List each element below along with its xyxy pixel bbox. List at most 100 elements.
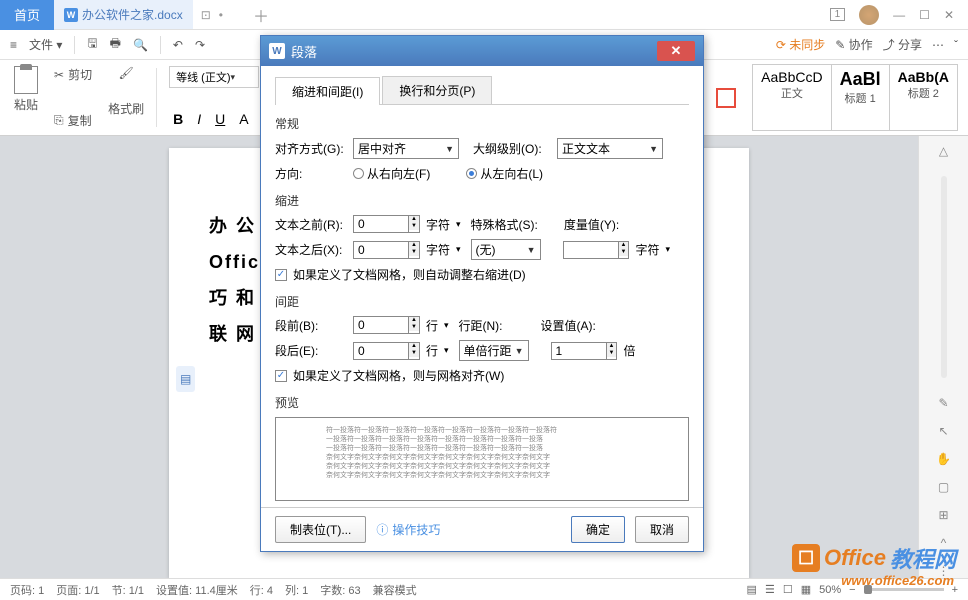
grid-icon[interactable]: ⊞: [938, 508, 948, 522]
cut-button[interactable]: ✂ 剪切: [54, 66, 92, 83]
measure-spinner[interactable]: ▲▼: [563, 241, 630, 259]
paragraph-dialog: W 段落 ✕ 缩进和间距(I) 换行和分页(P) 常规 对齐方式(G): 居中对…: [260, 35, 704, 552]
maximize-icon[interactable]: ☐: [919, 8, 930, 22]
style-normal[interactable]: AaBbCcD 正文: [753, 65, 831, 130]
watermark-url: www.office26.com: [841, 573, 954, 588]
hand-icon[interactable]: ✋: [936, 452, 951, 466]
set-value-label: 设置值(A):: [541, 317, 597, 334]
alignment-combo[interactable]: 居中对齐▼: [353, 138, 459, 159]
style-heading2[interactable]: AaBb(A 标题 2: [890, 65, 957, 130]
space-before-input[interactable]: [354, 317, 408, 333]
tabstops-button[interactable]: 制表位(T)...: [275, 516, 366, 543]
tips-link[interactable]: ⓘ 操作技巧: [376, 521, 440, 538]
collapse-icon[interactable]: ˇ: [954, 38, 958, 52]
tab-indent-spacing[interactable]: 缩进和间距(I): [275, 77, 380, 105]
view-icon-1[interactable]: ▤: [747, 583, 757, 596]
dialog-footer: 制表位(T)... ⓘ 操作技巧 确定 取消: [261, 507, 703, 551]
tab-add[interactable]: ＋: [253, 3, 269, 27]
triangle-up-icon[interactable]: △: [939, 144, 948, 158]
status-page[interactable]: 页面: 1/1: [56, 582, 99, 598]
status-set-value: 设置值: 11.4厘米: [156, 582, 238, 598]
indent-after-input[interactable]: [354, 242, 408, 258]
strike-button[interactable]: A: [235, 109, 252, 129]
paste-button[interactable]: 粘贴: [14, 66, 38, 113]
format-buttons: B I U A: [169, 109, 259, 129]
view-icon-3[interactable]: ☐: [783, 583, 793, 596]
page-side-tab[interactable]: ▤: [176, 366, 195, 392]
indent-after-spinner[interactable]: ▲▼: [353, 241, 420, 259]
status-section[interactable]: 节: 1/1: [112, 582, 144, 598]
minimize-icon[interactable]: —: [893, 8, 905, 22]
style-gallery: AaBbCcD 正文 AaBl 标题 1 AaBb(A 标题 2: [752, 64, 958, 131]
space-after-input[interactable]: [354, 343, 408, 359]
direction-ltr[interactable]: 从左向右(L): [466, 165, 543, 182]
close-icon[interactable]: ✕: [944, 8, 954, 22]
bold-button[interactable]: B: [169, 109, 187, 129]
underline-button[interactable]: U: [211, 109, 229, 129]
bullet-icon[interactable]: •: [219, 8, 223, 22]
set-value-input[interactable]: [552, 343, 606, 359]
direction-rtl[interactable]: 从右向左(F): [353, 165, 430, 182]
snap-grid-checkbox[interactable]: ✓: [275, 370, 287, 382]
undo-icon[interactable]: ↶: [173, 38, 183, 52]
pencil-icon[interactable]: ✎: [938, 396, 948, 410]
more-icon[interactable]: ⋯: [932, 38, 944, 52]
zoom-level[interactable]: 50%: [819, 584, 841, 596]
clipboard-icon: [14, 66, 38, 94]
tab-document[interactable]: W 办公软件之家.docx: [54, 0, 193, 29]
print-icon[interactable]: 🖶: [110, 34, 121, 55]
avatar[interactable]: [859, 5, 879, 25]
window-count[interactable]: 1: [830, 8, 846, 21]
measure-input[interactable]: [564, 242, 618, 258]
scrollbar-track[interactable]: [941, 176, 947, 378]
alignment-label: 对齐方式(G):: [275, 140, 347, 157]
space-after-spinner[interactable]: ▲▼: [353, 342, 420, 360]
italic-button[interactable]: I: [193, 109, 205, 129]
share-btn[interactable]: ⤴ 分享: [883, 36, 922, 53]
cancel-button[interactable]: 取消: [635, 516, 689, 543]
dialog-titlebar[interactable]: W 段落 ✕: [261, 36, 703, 66]
cursor-icon[interactable]: ↖: [938, 424, 948, 438]
square-icon[interactable]: ▢: [938, 480, 949, 494]
outline-combo[interactable]: 正文文本▼: [557, 138, 663, 159]
font-style-combo[interactable]: 等线 (正文)▾: [169, 66, 259, 88]
hamburger-icon[interactable]: ≡: [10, 38, 17, 52]
copy-button[interactable]: ⎘ 复制: [54, 112, 92, 129]
tab-home[interactable]: 首页: [0, 0, 54, 30]
tab-line-page-breaks[interactable]: 换行和分页(P): [382, 76, 492, 104]
presentation-icon[interactable]: ⊡: [201, 8, 211, 22]
set-value-spinner[interactable]: ▲▼: [551, 342, 618, 360]
space-before-spinner[interactable]: ▲▼: [353, 316, 420, 334]
indent-before-spinner[interactable]: ▲▼: [353, 215, 420, 233]
direction-label: 方向:: [275, 165, 347, 182]
clipboard-group: 粘贴: [10, 64, 42, 131]
outline-label: 大纲级别(O):: [473, 140, 551, 157]
format-painter-button[interactable]: 🖌 格式刷: [108, 66, 144, 117]
sync-status[interactable]: ⟳ 未同步: [776, 36, 825, 53]
style-heading1[interactable]: AaBl 标题 1: [832, 65, 890, 130]
status-chars[interactable]: 字数: 63: [320, 582, 360, 598]
save-icon[interactable]: 🖫: [87, 34, 97, 55]
view-icon-2[interactable]: ☰: [765, 583, 775, 596]
preview-box: 符一投落符一投落符一投落符一投落符一投落符一投落符一投落符一投落符 一投落符一投…: [275, 417, 689, 501]
auto-indent-checkbox[interactable]: ✓: [275, 269, 287, 281]
view-icon-4[interactable]: ▦: [801, 583, 811, 596]
status-page-num[interactable]: 页码: 1: [10, 582, 44, 598]
window-controls: 1 — ☐ ✕: [830, 5, 968, 25]
ok-button[interactable]: 确定: [571, 516, 625, 543]
dialog-close-button[interactable]: ✕: [657, 41, 695, 61]
preview-icon[interactable]: 🔍: [133, 38, 148, 52]
tab-quick-icons: ⊡ •: [201, 8, 223, 22]
special-combo[interactable]: (无)▼: [471, 239, 541, 260]
radio-checked-icon: [466, 168, 477, 179]
indent-before-input[interactable]: [354, 216, 408, 232]
dialog-title-text: 段落: [291, 42, 317, 61]
file-menu[interactable]: 文件 ▾: [29, 36, 62, 53]
line-spacing-combo[interactable]: 单倍行距▼: [459, 340, 529, 361]
coop-btn[interactable]: ✎ 协作: [835, 36, 872, 53]
redo-icon[interactable]: ↷: [195, 38, 205, 52]
section-spacing: 间距: [275, 293, 689, 310]
snap-grid-label: 如果定义了文档网格，则与网格对齐(W): [293, 367, 504, 384]
status-row: 行: 4: [250, 582, 273, 598]
zoom-slider[interactable]: [864, 588, 944, 591]
